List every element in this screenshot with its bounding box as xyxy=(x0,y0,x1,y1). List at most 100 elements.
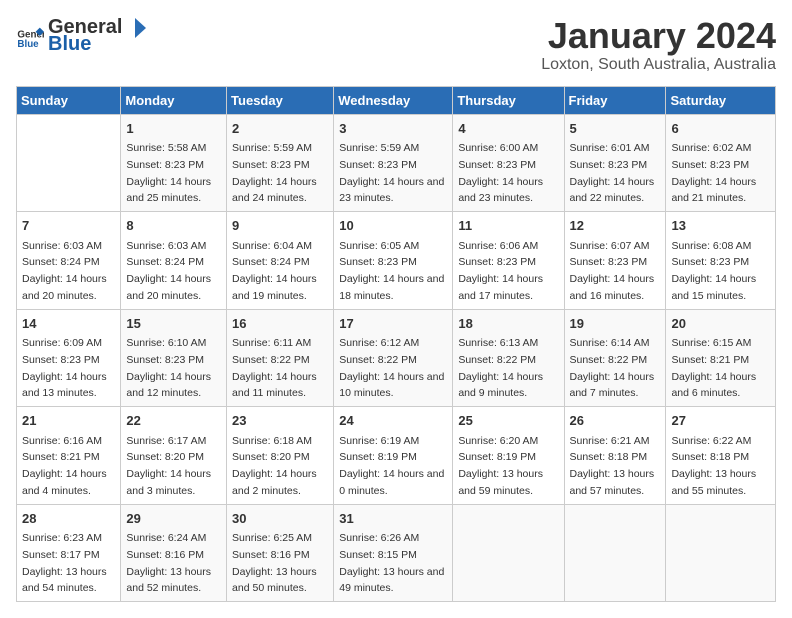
day-info: Sunrise: 6:07 AMSunset: 8:23 PMDaylight:… xyxy=(570,240,655,302)
day-info: Sunrise: 6:22 AMSunset: 8:18 PMDaylight:… xyxy=(671,435,756,497)
day-number: 11 xyxy=(458,216,558,236)
day-info: Sunrise: 6:24 AMSunset: 8:16 PMDaylight:… xyxy=(126,532,211,594)
calendar-cell: 6 Sunrise: 6:02 AMSunset: 8:23 PMDaylight… xyxy=(666,114,776,212)
day-number: 13 xyxy=(671,216,770,236)
calendar-cell: 2 Sunrise: 5:59 AMSunset: 8:23 PMDaylight… xyxy=(227,114,334,212)
calendar-cell xyxy=(17,114,121,212)
day-info: Sunrise: 6:20 AMSunset: 8:19 PMDaylight:… xyxy=(458,435,543,497)
day-number: 18 xyxy=(458,314,558,334)
day-info: Sunrise: 6:16 AMSunset: 8:21 PMDaylight:… xyxy=(22,435,107,497)
calendar-cell: 10 Sunrise: 6:05 AMSunset: 8:23 PMDayligh… xyxy=(334,212,453,310)
day-number: 20 xyxy=(671,314,770,334)
day-info: Sunrise: 6:03 AMSunset: 8:24 PMDaylight:… xyxy=(22,240,107,302)
calendar-cell: 23 Sunrise: 6:18 AMSunset: 8:20 PMDayligh… xyxy=(227,407,334,505)
calendar-week-row: 28 Sunrise: 6:23 AMSunset: 8:17 PMDayligh… xyxy=(17,504,776,602)
day-info: Sunrise: 6:11 AMSunset: 8:22 PMDaylight:… xyxy=(232,337,317,399)
day-info: Sunrise: 6:03 AMSunset: 8:24 PMDaylight:… xyxy=(126,240,211,302)
day-info: Sunrise: 6:02 AMSunset: 8:23 PMDaylight:… xyxy=(671,142,756,204)
day-number: 1 xyxy=(126,119,221,139)
day-info: Sunrise: 6:17 AMSunset: 8:20 PMDaylight:… xyxy=(126,435,211,497)
day-number: 31 xyxy=(339,509,447,529)
day-info: Sunrise: 5:59 AMSunset: 8:23 PMDaylight:… xyxy=(339,142,444,204)
col-sunday: Sunday xyxy=(17,86,121,114)
calendar-week-row: 7Sunrise: 6:03 AMSunset: 8:24 PMDaylight… xyxy=(17,212,776,310)
svg-text:Blue: Blue xyxy=(17,39,39,50)
calendar-cell: 14 Sunrise: 6:09 AMSunset: 8:23 PMDayligh… xyxy=(17,309,121,407)
day-number: 9 xyxy=(232,216,328,236)
day-info: Sunrise: 6:26 AMSunset: 8:15 PMDaylight:… xyxy=(339,532,444,594)
day-info: Sunrise: 6:01 AMSunset: 8:23 PMDaylight:… xyxy=(570,142,655,204)
calendar-week-row: 21 Sunrise: 6:16 AMSunset: 8:21 PMDayligh… xyxy=(17,407,776,505)
logo-flag-icon xyxy=(124,18,146,38)
calendar-cell: 8 Sunrise: 6:03 AMSunset: 8:24 PMDaylight… xyxy=(121,212,227,310)
day-number: 24 xyxy=(339,411,447,431)
col-friday: Friday xyxy=(564,86,666,114)
day-number: 4 xyxy=(458,119,558,139)
calendar-cell: 3 Sunrise: 5:59 AMSunset: 8:23 PMDaylight… xyxy=(334,114,453,212)
calendar-cell: 26Sunrise: 6:21 AMSunset: 8:18 PMDayligh… xyxy=(564,407,666,505)
day-number: 16 xyxy=(232,314,328,334)
day-info: Sunrise: 6:23 AMSunset: 8:17 PMDaylight:… xyxy=(22,532,107,594)
day-info: Sunrise: 6:18 AMSunset: 8:20 PMDaylight:… xyxy=(232,435,317,497)
logo: General Blue General Blue xyxy=(16,16,146,56)
calendar-week-row: 14 Sunrise: 6:09 AMSunset: 8:23 PMDayligh… xyxy=(17,309,776,407)
day-info: Sunrise: 6:19 AMSunset: 8:19 PMDaylight:… xyxy=(339,435,444,497)
day-number: 5 xyxy=(570,119,661,139)
day-number: 14 xyxy=(22,314,115,334)
day-number: 23 xyxy=(232,411,328,431)
col-wednesday: Wednesday xyxy=(334,86,453,114)
calendar-cell: 29Sunrise: 6:24 AMSunset: 8:16 PMDayligh… xyxy=(121,504,227,602)
logo-icon: General Blue xyxy=(16,22,44,50)
day-info: Sunrise: 6:25 AMSunset: 8:16 PMDaylight:… xyxy=(232,532,317,594)
day-number: 10 xyxy=(339,216,447,236)
col-tuesday: Tuesday xyxy=(227,86,334,114)
calendar-title: January 2024 xyxy=(541,16,776,56)
day-info: Sunrise: 6:09 AMSunset: 8:23 PMDaylight:… xyxy=(22,337,107,399)
day-info: Sunrise: 5:58 AMSunset: 8:23 PMDaylight:… xyxy=(126,142,211,204)
day-info: Sunrise: 5:59 AMSunset: 8:23 PMDaylight:… xyxy=(232,142,317,204)
calendar-cell xyxy=(453,504,564,602)
day-number: 2 xyxy=(232,119,328,139)
day-number: 21 xyxy=(22,411,115,431)
day-number: 3 xyxy=(339,119,447,139)
day-number: 22 xyxy=(126,411,221,431)
day-number: 25 xyxy=(458,411,558,431)
calendar-cell: 9 Sunrise: 6:04 AMSunset: 8:24 PMDaylight… xyxy=(227,212,334,310)
calendar-cell: 24 Sunrise: 6:19 AMSunset: 8:19 PMDayligh… xyxy=(334,407,453,505)
day-number: 15 xyxy=(126,314,221,334)
day-info: Sunrise: 6:13 AMSunset: 8:22 PMDaylight:… xyxy=(458,337,543,399)
calendar-header-row: Sunday Monday Tuesday Wednesday Thursday… xyxy=(17,86,776,114)
calendar-cell xyxy=(564,504,666,602)
day-info: Sunrise: 6:15 AMSunset: 8:21 PMDaylight:… xyxy=(671,337,756,399)
calendar-body: 1 Sunrise: 5:58 AMSunset: 8:23 PMDaylight… xyxy=(17,114,776,602)
calendar-cell: 5 Sunrise: 6:01 AMSunset: 8:23 PMDaylight… xyxy=(564,114,666,212)
calendar-cell xyxy=(666,504,776,602)
day-number: 27 xyxy=(671,411,770,431)
day-number: 6 xyxy=(671,119,770,139)
calendar-cell: 20 Sunrise: 6:15 AMSunset: 8:21 PMDayligh… xyxy=(666,309,776,407)
col-saturday: Saturday xyxy=(666,86,776,114)
calendar-cell: 7Sunrise: 6:03 AMSunset: 8:24 PMDaylight… xyxy=(17,212,121,310)
calendar-table: Sunday Monday Tuesday Wednesday Thursday… xyxy=(16,86,776,603)
day-info: Sunrise: 6:00 AMSunset: 8:23 PMDaylight:… xyxy=(458,142,543,204)
col-thursday: Thursday xyxy=(453,86,564,114)
calendar-cell: 12 Sunrise: 6:07 AMSunset: 8:23 PMDayligh… xyxy=(564,212,666,310)
day-info: Sunrise: 6:04 AMSunset: 8:24 PMDaylight:… xyxy=(232,240,317,302)
day-number: 8 xyxy=(126,216,221,236)
calendar-cell: 13Sunrise: 6:08 AMSunset: 8:23 PMDayligh… xyxy=(666,212,776,310)
calendar-cell: 28 Sunrise: 6:23 AMSunset: 8:17 PMDayligh… xyxy=(17,504,121,602)
calendar-cell: 16 Sunrise: 6:11 AMSunset: 8:22 PMDayligh… xyxy=(227,309,334,407)
calendar-cell: 18 Sunrise: 6:13 AMSunset: 8:22 PMDayligh… xyxy=(453,309,564,407)
calendar-subtitle: Loxton, South Australia, Australia xyxy=(541,56,776,74)
calendar-cell: 4 Sunrise: 6:00 AMSunset: 8:23 PMDaylight… xyxy=(453,114,564,212)
header: General Blue General Blue January 2024 L… xyxy=(16,16,776,74)
day-number: 12 xyxy=(570,216,661,236)
calendar-week-row: 1 Sunrise: 5:58 AMSunset: 8:23 PMDaylight… xyxy=(17,114,776,212)
day-number: 28 xyxy=(22,509,115,529)
calendar-cell: 21 Sunrise: 6:16 AMSunset: 8:21 PMDayligh… xyxy=(17,407,121,505)
calendar-cell: 17Sunrise: 6:12 AMSunset: 8:22 PMDayligh… xyxy=(334,309,453,407)
day-info: Sunrise: 6:05 AMSunset: 8:23 PMDaylight:… xyxy=(339,240,444,302)
title-section: January 2024 Loxton, South Australia, Au… xyxy=(541,16,776,74)
calendar-cell: 31 Sunrise: 6:26 AMSunset: 8:15 PMDayligh… xyxy=(334,504,453,602)
day-info: Sunrise: 6:10 AMSunset: 8:23 PMDaylight:… xyxy=(126,337,211,399)
